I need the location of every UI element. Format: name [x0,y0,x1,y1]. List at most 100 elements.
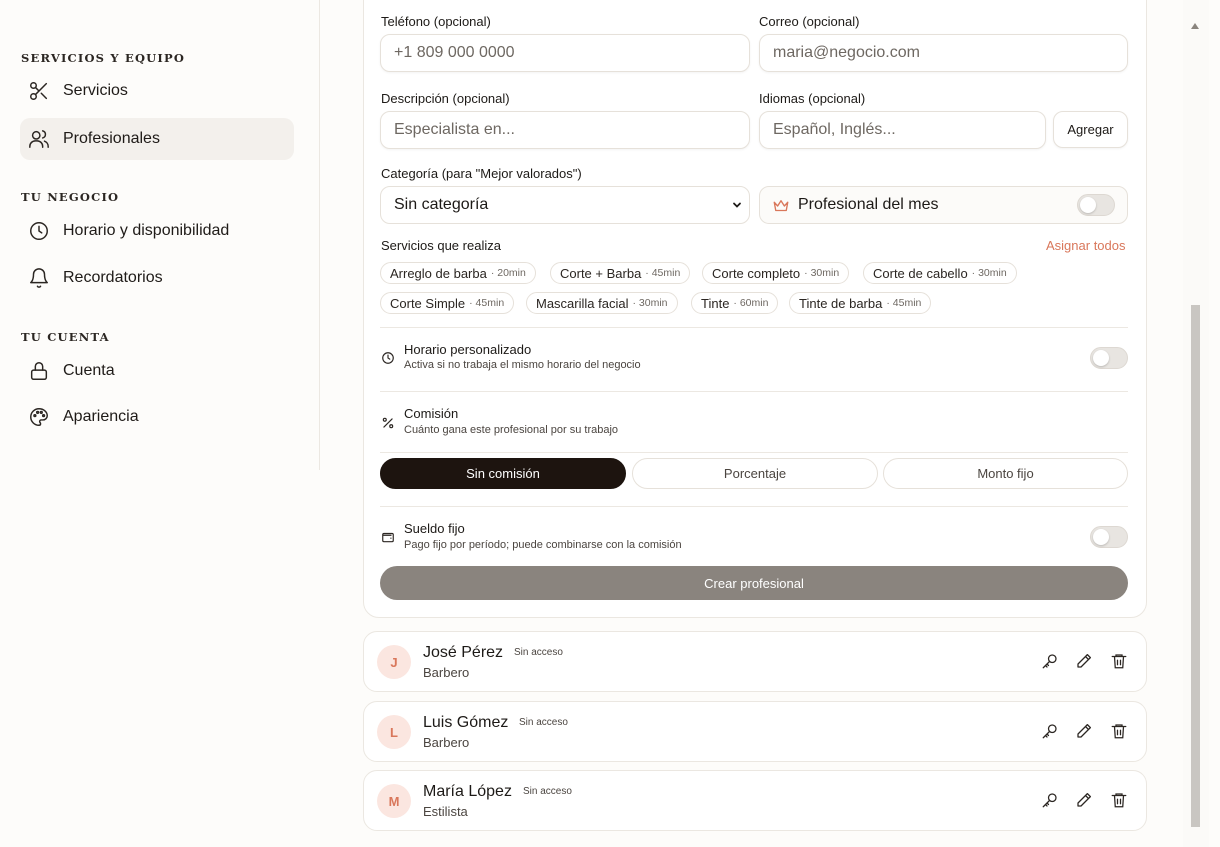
section-heading-cuenta: TU CUENTA [21,330,110,344]
email-input[interactable]: maria@negocio.com [759,34,1128,72]
commission-subtitle: Cuánto gana este profesional por su trab… [404,424,619,436]
service-chip[interactable]: Tinte de barba · 45min [789,292,932,314]
service-chip[interactable]: Corte completo · 30min [702,262,850,284]
lock-icon [28,360,50,382]
commission-option-fixed[interactable]: Monto fijo [883,458,1128,489]
users-icon [28,128,50,150]
edit-icon[interactable] [1075,652,1093,670]
scissors-icon [28,80,50,102]
add-language-button[interactable]: Agregar [1053,111,1128,148]
trash-icon[interactable] [1110,791,1128,809]
percent-icon [381,416,395,430]
commission-title: Comisión [404,406,459,421]
key-icon[interactable] [1041,722,1059,740]
services-label: Servicios que realiza [381,238,501,253]
wallet-icon [381,530,395,544]
edit-icon[interactable] [1075,722,1093,740]
sidebar-item-recordatorios[interactable]: Recordatorios [20,257,294,299]
service-name: Corte + Barba [560,265,642,281]
key-icon[interactable] [1041,652,1059,670]
professional-card[interactable]: M María López Sin acceso Estilista [363,770,1147,831]
pro-of-month-label: Profesional del mes [798,196,939,213]
commission-option-percent[interactable]: Porcentaje [632,458,878,489]
languages-label: Idiomas (opcional) [759,91,866,106]
sidebar: SERVICIOS Y EQUIPO Servicios Profesional… [0,0,320,470]
service-name: Corte completo [712,265,801,281]
access-badge: Sin acceso [514,647,563,658]
description-label: Descripción (opcional) [381,91,510,106]
section-heading-servicios: SERVICIOS Y EQUIPO [21,51,186,65]
languages-input[interactable]: Español, Inglés... [759,111,1046,149]
scroll-up-arrow-icon[interactable] [1190,22,1200,30]
divider [380,452,1128,453]
professional-card[interactable]: J José Pérez Sin acceso Barbero [363,631,1147,692]
salary-toggle[interactable] [1090,526,1128,548]
create-professional-button[interactable]: Crear profesional [380,566,1128,600]
category-label: Categoría (para "Mejor valorados") [381,166,582,181]
sidebar-item-profesionales[interactable]: Profesionales [20,118,294,160]
service-duration: · 60min [733,297,769,309]
sidebar-item-label: Servicios [63,82,128,99]
chevron-down-icon [733,202,741,208]
service-duration: · 30min [971,267,1007,279]
professional-card[interactable]: L Luis Gómez Sin acceso Barbero [363,701,1147,762]
pro-of-month-box: Profesional del mes [759,186,1128,224]
assign-all-link[interactable]: Asignar todos [1046,238,1126,253]
trash-icon[interactable] [1110,652,1128,670]
professional-name: María López [423,783,512,800]
service-chip[interactable]: Tinte · 60min [691,292,779,314]
avatar: J [377,645,411,679]
service-chip[interactable]: Arreglo de barba · 20min [380,262,536,284]
professional-role: Estilista [423,804,468,819]
service-name: Corte de cabello [873,265,968,281]
description-input[interactable]: Especialista en... [380,111,750,149]
commission-option-none[interactable]: Sin comisión [380,458,626,489]
service-duration: · 45min [645,267,681,279]
pro-of-month-toggle[interactable] [1077,194,1115,216]
phone-input[interactable]: +1 809 000 0000 [380,34,750,72]
service-name: Corte Simple [390,295,466,311]
sidebar-item-servicios[interactable]: Servicios [20,70,294,112]
service-chip[interactable]: Corte Simple · 45min [380,292,515,314]
category-value: Sin categoría [394,196,489,213]
service-duration: · 20min [490,267,526,279]
key-icon[interactable] [1041,791,1059,809]
service-duration: · 30min [632,297,668,309]
sidebar-item-cuenta[interactable]: Cuenta [20,350,294,392]
access-badge: Sin acceso [519,717,568,728]
access-badge: Sin acceso [523,786,572,797]
section-heading-negocio: TU NEGOCIO [21,190,120,204]
professional-role: Barbero [423,665,470,680]
crown-icon [773,200,789,212]
scrollbar-thumb[interactable] [1191,305,1200,827]
custom-schedule-toggle[interactable] [1090,347,1128,369]
service-duration: · 30min [804,267,840,279]
sidebar-item-label: Horario y disponibilidad [63,222,230,239]
clock-icon [28,220,50,242]
service-chip[interactable]: Mascarilla facial · 30min [526,292,678,314]
service-duration: · 45min [886,297,922,309]
service-chip[interactable]: Corte + Barba · 45min [550,262,691,284]
sidebar-item-apariencia[interactable]: Apariencia [20,396,294,438]
service-name: Tinte de barba [799,295,883,311]
avatar: L [377,715,411,749]
sidebar-item-label: Recordatorios [63,269,163,286]
trash-icon[interactable] [1110,722,1128,740]
service-duration: · 45min [469,297,505,309]
sidebar-item-label: Cuenta [63,362,115,379]
service-name: Arreglo de barba [390,265,487,281]
salary-subtitle: Pago fijo por período; puede combinarse … [404,539,682,551]
professional-role: Barbero [423,735,470,750]
professional-name: José Pérez [423,644,504,661]
professional-name: Luis Gómez [423,714,509,731]
edit-icon[interactable] [1075,791,1093,809]
category-select[interactable]: Sin categoría [380,186,750,224]
email-label: Correo (opcional) [759,14,860,29]
sidebar-item-horario[interactable]: Horario y disponibilidad [20,210,294,252]
service-name: Tinte [701,295,730,311]
service-chip[interactable]: Corte de cabello · 30min [863,262,1017,284]
custom-schedule-subtitle: Activa si no trabaja el mismo horario de… [404,359,641,371]
bell-icon [28,267,50,289]
palette-icon [28,406,50,428]
salary-title: Sueldo fijo [404,521,465,536]
